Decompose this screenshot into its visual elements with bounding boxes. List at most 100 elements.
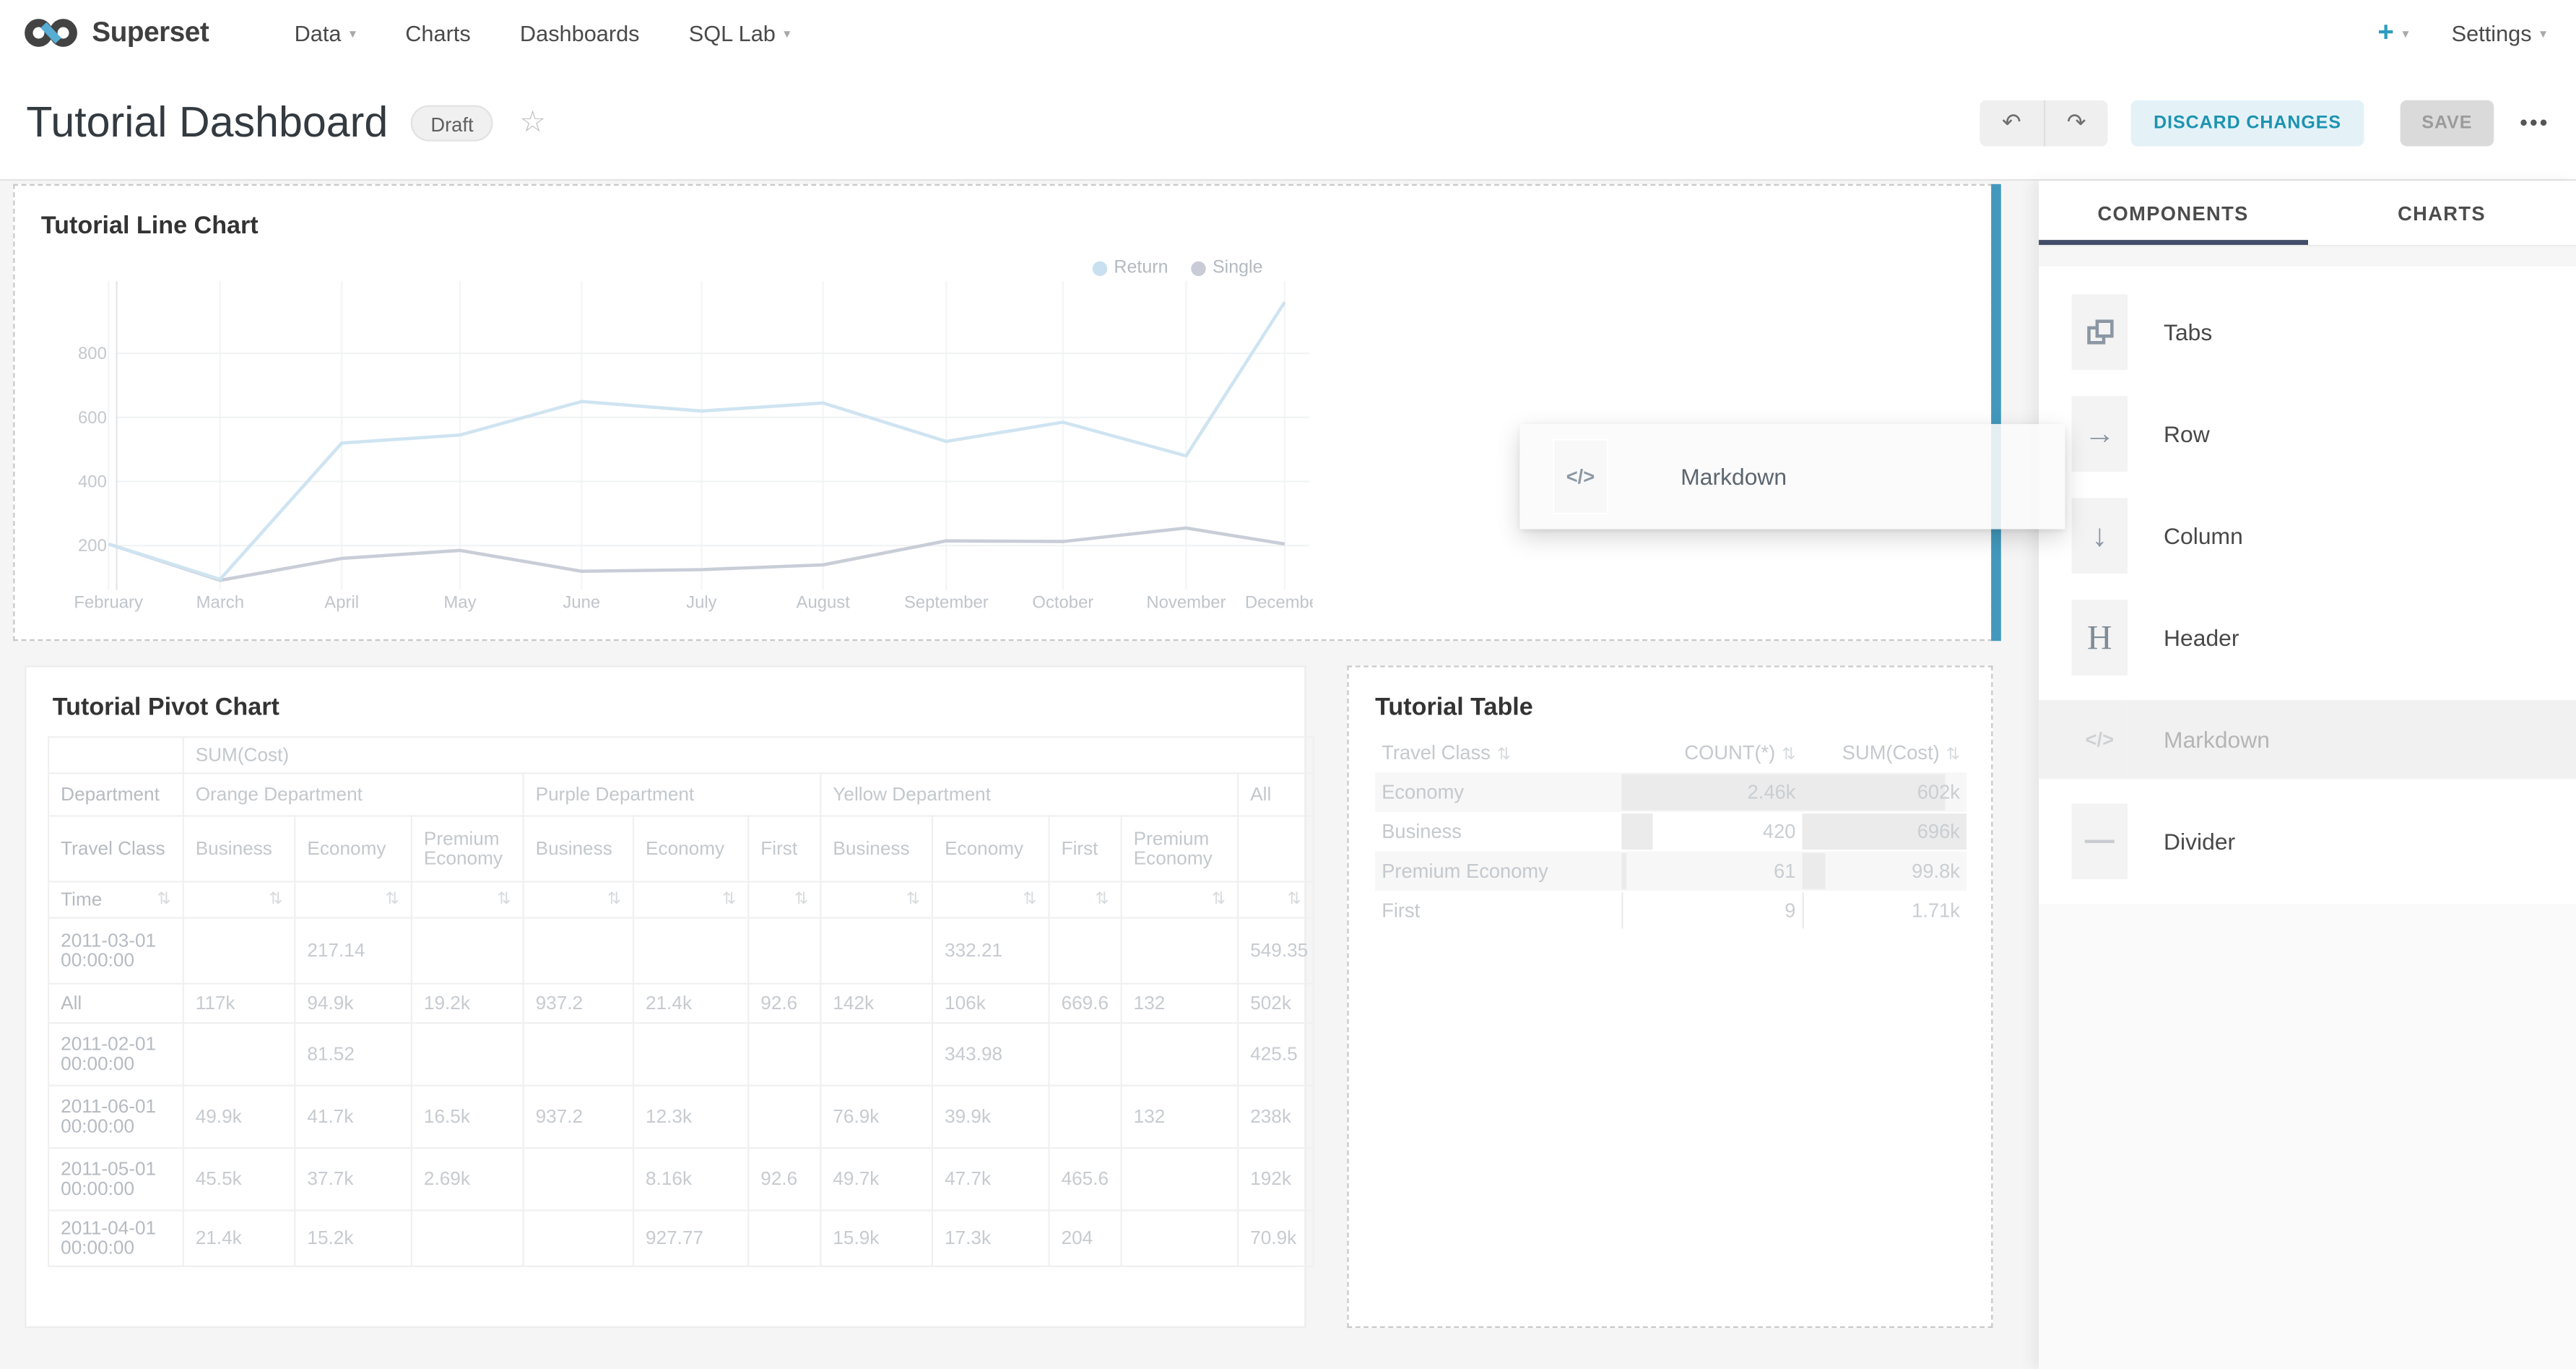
svg-text:July: July	[686, 593, 717, 613]
pivot-value-cell	[524, 918, 633, 984]
pivot-value-cell	[524, 1023, 633, 1085]
pivot-col-sort[interactable]: ⇅	[524, 881, 633, 917]
svg-text:February: February	[74, 593, 143, 613]
pivot-row-label: 2011-05-01 00:00:00	[48, 1148, 183, 1210]
pivot-value-cell	[1049, 1023, 1122, 1085]
pivot-value-cell: 81.52	[295, 1023, 412, 1085]
undo-button[interactable]: ↶	[1979, 100, 2044, 146]
svg-text:December: December	[1245, 593, 1313, 613]
chart-legend: Return Single	[1093, 258, 1263, 277]
component-item-markdown[interactable]: </>Markdown	[2039, 700, 2576, 779]
discard-changes-button[interactable]: DISCARD CHANGES	[2130, 100, 2364, 146]
pivot-col-sort[interactable]: ⇅	[1049, 881, 1122, 917]
table-cell-sum: 1.71k	[1803, 891, 1966, 930]
pivot-class-header	[1238, 816, 1314, 881]
pivot-value-cell: 39.9k	[932, 1086, 1049, 1148]
header-actions: ↶ ↷ DISCARD CHANGES SAVE •••	[1979, 100, 2550, 146]
pivot-value-cell	[1122, 1210, 1239, 1266]
pivot-value-cell	[748, 1210, 820, 1266]
legend-dot-icon	[1093, 261, 1107, 275]
redo-button[interactable]: ↷	[2044, 100, 2108, 146]
pivot-group-header: Yellow Department	[820, 773, 1238, 816]
nav-item-charts[interactable]: Charts	[405, 20, 470, 45]
sort-icon: ⇅	[906, 891, 920, 909]
superset-logo-icon[interactable]	[23, 14, 79, 51]
brand-name[interactable]: Superset	[92, 17, 209, 49]
component-item-label: Column	[2164, 522, 2243, 548]
pivot-col-sort[interactable]: ⇅	[1238, 881, 1314, 917]
sort-icon: ⇅	[1946, 746, 1960, 764]
pivot-value-cell: 502k	[1238, 984, 1314, 1024]
pivot-value-cell: 76.9k	[820, 1086, 932, 1148]
pivot-value-cell: 37.7k	[295, 1148, 412, 1210]
page-title[interactable]: Tutorial Dashboard	[26, 97, 388, 148]
pivot-value-cell: 132	[1122, 984, 1239, 1024]
dashboard-row-1[interactable]: 200400600800FebruaryMarchAprilMayJuneJul…	[13, 184, 1992, 641]
pivot-value-cell	[1049, 1086, 1122, 1148]
pivot-value-cell	[183, 918, 295, 984]
legend-label: Single	[1213, 258, 1263, 277]
pivot-class-header: First	[1049, 816, 1122, 881]
pivot-row-label: 2011-06-01 00:00:00	[48, 1086, 183, 1148]
tab-charts[interactable]: CHARTS	[2307, 181, 2576, 245]
save-button[interactable]: SAVE	[2401, 100, 2494, 146]
component-item-label: Header	[2164, 624, 2239, 650]
pivot-value-cell	[820, 918, 932, 984]
settings-menu[interactable]: Settings▾	[2452, 20, 2546, 45]
favorite-star-icon[interactable]: ☆	[519, 105, 546, 140]
table-header-count-[interactable]: COUNT(*)⇅	[1621, 733, 1802, 773]
pivot-value-cell	[748, 918, 820, 984]
pivot-col-sort[interactable]: ⇅	[748, 881, 820, 917]
table-header-sum-cost-[interactable]: SUM(Cost)⇅	[1803, 733, 1966, 773]
table-row: First91.71k	[1375, 891, 1966, 930]
pivot-col-sort[interactable]: ⇅	[633, 881, 748, 917]
chart-title: Tutorial Pivot Chart	[53, 694, 279, 722]
pivot-value-cell: 343.98	[932, 1023, 1049, 1085]
tab-components[interactable]: COMPONENTS	[2039, 181, 2307, 245]
svg-text:200: 200	[78, 536, 107, 556]
more-options-button[interactable]: •••	[2520, 110, 2549, 134]
table-chart-card[interactable]: Tutorial Table Travel Class⇅COUNT(*)⇅SUM…	[1347, 665, 1992, 1328]
legend-item-return[interactable]: Return	[1093, 258, 1168, 277]
nav-item-sql-lab[interactable]: SQL Lab▾	[689, 20, 791, 45]
pivot-col-sort[interactable]: ⇅	[820, 881, 932, 917]
pivot-value-cell: 47.7k	[932, 1148, 1049, 1210]
pivot-col-sort[interactable]: ⇅	[932, 881, 1049, 917]
component-item-divider[interactable]: Divider	[2039, 802, 2576, 881]
sort-icon: ⇅	[269, 891, 282, 909]
nav-item-data[interactable]: Data▾	[295, 20, 356, 45]
pivot-col-sort[interactable]: ⇅	[1122, 881, 1239, 917]
pivot-time-sort[interactable]: Time⇅	[48, 881, 183, 917]
svg-text:400: 400	[78, 472, 107, 492]
pivot-value-cell: 669.6	[1049, 984, 1122, 1024]
sort-icon: ⇅	[1212, 891, 1226, 909]
pivot-value-cell: 425.5	[1238, 1023, 1314, 1085]
pivot-col-sort[interactable]: ⇅	[295, 881, 412, 917]
pivot-col-sort[interactable]: ⇅	[412, 881, 524, 917]
value-bar	[1621, 853, 1626, 889]
dragged-markdown-card[interactable]: </> Markdown	[1519, 424, 2065, 530]
dashboard-header: Tutorial Dashboard Draft ☆ ↶ ↷ DISCARD C…	[0, 66, 2576, 179]
component-item-column[interactable]: ↓Column	[2039, 496, 2576, 575]
pivot-col-sort[interactable]: ⇅	[183, 881, 295, 917]
component-item-label: Row	[2164, 420, 2210, 446]
pivot-value-cell: 12.3k	[633, 1086, 748, 1148]
nav-item-dashboards[interactable]: Dashboards	[520, 20, 640, 45]
value-bar	[1803, 853, 1826, 889]
pivot-class-header: Business	[183, 816, 295, 881]
pivot-value-cell: 937.2	[524, 984, 633, 1024]
pivot-class-header: Premium Economy	[412, 816, 524, 881]
table-header-travel-class[interactable]: Travel Class⇅	[1375, 733, 1621, 773]
component-item-row[interactable]: →Row	[2039, 394, 2576, 473]
pivot-row-label: 2011-02-01 00:00:00	[48, 1023, 183, 1085]
component-item-header[interactable]: HHeader	[2039, 598, 2576, 677]
pivot-value-cell: 15.9k	[820, 1210, 932, 1266]
pivot-chart-card[interactable]: Tutorial Pivot Chart SUM(Cost)Department…	[25, 665, 1306, 1328]
new-item-button[interactable]: +▾	[2377, 17, 2408, 49]
legend-label: Return	[1114, 258, 1168, 277]
legend-item-single[interactable]: Single	[1191, 258, 1262, 277]
component-item-tabs[interactable]: Tabs	[2039, 293, 2576, 371]
pivot-group-header: Orange Department	[183, 773, 524, 816]
pivot-value-cell: 927.77	[633, 1210, 748, 1266]
pivot-value-cell: 549.35	[1238, 918, 1314, 984]
